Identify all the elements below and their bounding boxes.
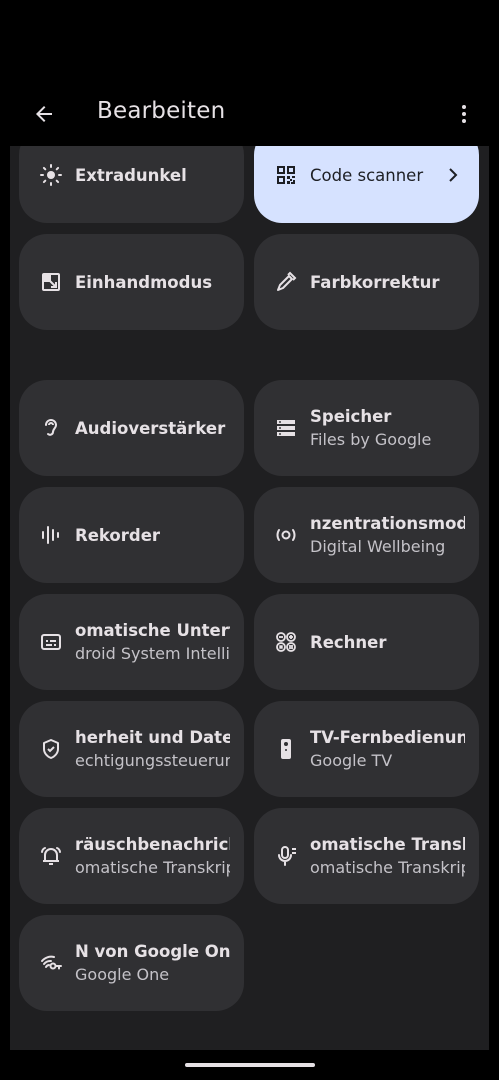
page-title: Bearbeiten xyxy=(97,98,226,124)
tile-farbkorrektur[interactable]: Farbkorrektur xyxy=(254,234,479,330)
chevron-right-icon xyxy=(449,168,458,182)
tile-sublabel: Google One xyxy=(75,965,170,984)
focus-mode-icon xyxy=(276,529,296,541)
hearing-icon xyxy=(45,419,58,436)
tile-einhandmodus[interactable]: Einhandmodus xyxy=(19,234,244,330)
more-vert-icon xyxy=(462,105,466,123)
tiles-panel: Extradunkel Code scanner Einhandmodus Fa… xyxy=(10,146,489,1050)
tile-rechner[interactable]: Rechner xyxy=(254,594,479,690)
tile-label: Code scanner xyxy=(310,165,424,185)
tile-sublabel: droid System Intellig xyxy=(75,644,230,663)
tile-label: TV-Fernbedienung xyxy=(310,728,465,747)
tile-speicher[interactable]: Speicher Files by Google xyxy=(254,380,479,476)
arrow-back-icon xyxy=(36,106,52,122)
sound-notification-icon xyxy=(41,847,61,865)
vpn-key-icon xyxy=(41,955,62,970)
tile-label: Extradunkel xyxy=(75,165,187,185)
tile-sublabel: Digital Wellbeing xyxy=(310,537,446,556)
tile-sicherheit-datenschutz[interactable]: herheit und Datens echtigungssteuerun xyxy=(19,701,244,797)
tile-sublabel: omatische Transkrip xyxy=(75,858,230,877)
tile-label: Farbkorrektur xyxy=(310,272,440,292)
tile-sublabel: Files by Google xyxy=(310,430,432,449)
tile-sublabel: echtigungssteuerun xyxy=(75,751,230,770)
tile-geraeuschbenachrichtigungen[interactable]: räuschbenachricht omatische Transkrip xyxy=(19,808,244,904)
tile-sublabel: Google TV xyxy=(310,751,393,770)
tile-vpn-google-one[interactable]: N von Google One Google One xyxy=(19,915,244,1011)
transcribe-icon xyxy=(278,846,296,866)
tile-audioverstaerker[interactable]: Audioverstärker xyxy=(19,380,244,476)
storage-icon xyxy=(277,420,295,436)
top-app-bar: Bearbeiten xyxy=(0,80,499,146)
tile-tv-fernbedienung[interactable]: TV-Fernbedienung Google TV xyxy=(254,701,479,797)
waveform-icon xyxy=(42,526,59,544)
one-handed-icon xyxy=(42,273,60,291)
home-gesture-bar[interactable] xyxy=(185,1063,315,1067)
tile-label: Audioverstärker xyxy=(75,418,226,438)
tile-label: N von Google One xyxy=(75,942,230,961)
tile-label: herheit und Datens xyxy=(75,728,230,747)
back-button[interactable] xyxy=(24,94,64,134)
tile-extradunkel[interactable]: Extradunkel xyxy=(19,146,244,223)
calculator-icon xyxy=(276,632,296,652)
tile-automatische-transkription[interactable]: omatische Transkr omatische Transkrip xyxy=(254,808,479,904)
qr-code-icon xyxy=(277,166,295,184)
tile-code-scanner[interactable]: Code scanner xyxy=(254,146,479,223)
tv-remote-icon xyxy=(281,739,291,759)
security-shield-icon xyxy=(43,739,59,759)
tile-label: Speicher xyxy=(310,407,392,426)
tile-rekorder[interactable]: Rekorder xyxy=(19,487,244,583)
tile-automatische-untertitel[interactable]: omatische Untertit droid System Intellig xyxy=(19,594,244,690)
brightness-icon xyxy=(40,164,62,186)
tile-label: räuschbenachricht xyxy=(75,835,230,854)
tile-label: Rekorder xyxy=(75,525,161,545)
tile-label: Einhandmodus xyxy=(75,272,213,292)
tile-konzentrationsmodus[interactable]: nzentrationsmodus Digital Wellbeing xyxy=(254,487,479,583)
tile-label: omatische Untertit xyxy=(75,621,230,640)
tile-label: Rechner xyxy=(310,632,387,652)
tile-label: nzentrationsmodus xyxy=(310,514,465,533)
color-picker-icon xyxy=(277,271,297,291)
more-options-button[interactable] xyxy=(444,94,484,134)
tile-sublabel: omatische Transkrip xyxy=(310,858,465,877)
tile-label: omatische Transkr xyxy=(310,835,465,854)
captions-icon xyxy=(41,634,61,650)
